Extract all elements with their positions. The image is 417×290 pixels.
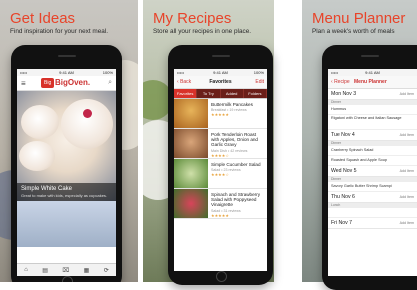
cupcake-image [19, 141, 55, 171]
list-item[interactable]: Cranberry Spinach Salad [328, 146, 417, 156]
add-item-button[interactable]: Add Item [400, 218, 414, 228]
battery-indicator: 100% [102, 70, 113, 75]
back-button[interactable]: ‹ Recipe [331, 76, 350, 88]
list-item[interactable]: Hummus [328, 105, 417, 115]
signal-indicator: ••••• [177, 70, 185, 75]
list-item[interactable]: Rigatoni with Cheese and Italian Sausage [328, 115, 417, 130]
cupcake-image [21, 105, 59, 139]
recipe-name: Spinach and Strawberry Salad with Poppys… [211, 192, 261, 208]
tab-favorites[interactable]: Favorites [174, 89, 198, 98]
phone-frame: ••••• 9:41 AM ‹ Recipe Menu Planner Mon … [322, 45, 417, 290]
list-item[interactable]: Spinach and Strawberry Salad with Poppys… [174, 189, 267, 219]
recipe-name: Pork Tenderloin Roast with Apples, Onion… [211, 132, 258, 148]
featured-caption: Simple White Cake Great to make with kid… [17, 183, 116, 201]
phone-frame: ••••• 9:41 AM 100% ‹ Back Favorites Edit… [168, 45, 273, 285]
add-item-button[interactable]: Add Item [400, 89, 414, 99]
signal-indicator: ••••• [20, 70, 28, 75]
day-row[interactable]: Thu Nov 6 Add Item [328, 192, 417, 203]
edit-button[interactable]: Edit [255, 76, 264, 88]
planner-tab-icon[interactable]: ▦ [84, 267, 90, 274]
home-button [215, 271, 227, 282]
recipe-thumbnail [174, 189, 208, 218]
list-item[interactable] [328, 208, 417, 218]
featured-recipe-card[interactable]: Simple White Cake Great to make with kid… [17, 91, 116, 201]
rating-stars: ★★★★☆ [211, 172, 229, 178]
add-item-button[interactable]: Add Item [400, 192, 414, 202]
day-label: Wed Nov 5 [331, 168, 357, 174]
phone-frame: ••••• 9:41 AM 100% ≡ Big BigOven. ⌕ Simp… [11, 45, 122, 282]
day-row[interactable]: Tue Nov 4 Add Item [328, 130, 417, 141]
add-item-button[interactable]: Add Item [400, 166, 414, 176]
day-row[interactable]: Fri Nov 7 Add Item [328, 218, 417, 229]
rating-stars: ★★★★☆ [211, 152, 229, 158]
phone-speaker [57, 55, 76, 57]
app-header: ≡ Big BigOven. ⌕ [17, 76, 116, 91]
phone-screen: ••••• 9:41 AM ‹ Recipe Menu Planner Mon … [328, 69, 417, 276]
tab-to-try[interactable]: To Try [197, 89, 221, 98]
day-label: Thu Nov 6 [331, 194, 355, 200]
day-label: Tue Nov 4 [331, 132, 355, 138]
rating-stars: ★★★★★ [211, 212, 229, 218]
recipe-name: Simple Cucumber Salad [211, 162, 261, 167]
raspberry-image [83, 109, 92, 118]
phone-screen: ••••• 9:41 AM 100% ≡ Big BigOven. ⌕ Simp… [17, 69, 116, 276]
list-item[interactable]: Savory Garlic Butter Shrimp Scampi [328, 182, 417, 192]
add-item-button[interactable]: Add Item [400, 130, 414, 140]
phone-speaker [211, 55, 230, 57]
panel-heading: Menu Planner [312, 10, 406, 27]
panel-subheading: Store all your recipes in one place. [153, 28, 252, 35]
panel-heading: My Recipes [153, 10, 232, 27]
recipe-name: Buttermilk Pancakes [211, 102, 253, 107]
screen-title: Menu Planner [354, 79, 387, 85]
recipes-tab-icon[interactable]: ▤ [42, 267, 48, 274]
screen-title: Favorites [209, 79, 232, 85]
grocery-tab-icon[interactable]: ⌧ [62, 267, 69, 274]
nav-bar: ‹ Recipe Menu Planner [328, 76, 417, 89]
tab-bar: ⌂ ▤ ⌧ ▦ ⟳ [17, 263, 116, 276]
nav-bar: ‹ Back Favorites Edit [174, 76, 267, 89]
day-row[interactable]: Wed Nov 5 Add Item [328, 166, 417, 177]
segmented-control: Favorites To Try Added Folders [174, 89, 267, 99]
tab-added[interactable]: Added [220, 89, 244, 98]
signal-indicator: ••••• [331, 70, 339, 75]
recipe-thumbnail [174, 99, 208, 128]
phone-screen: ••••• 9:41 AM 100% ‹ Back Favorites Edit… [174, 69, 267, 271]
bigoven-logo-text: BigOven. [55, 78, 91, 87]
list-item[interactable]: Buttermilk Pancakes Breakfast • 19 revie… [174, 99, 267, 129]
phone-speaker [360, 55, 379, 57]
cupcake-image [61, 99, 113, 149]
panel-heading: Get Ideas [10, 10, 76, 27]
panel-subheading: Find inspiration for your next meal. [10, 28, 109, 35]
status-bar: ••••• 9:41 AM [328, 69, 417, 76]
home-tab-icon[interactable]: ⌂ [24, 267, 28, 273]
tab-folders[interactable]: Folders [243, 89, 267, 98]
featured-recipe-title: Simple White Cake [21, 186, 73, 192]
battery-indicator: 100% [253, 70, 264, 75]
bigoven-logo-badge: Big [41, 78, 55, 88]
recipe-thumbnail [174, 129, 208, 158]
planner-list: Mon Nov 3 Add Item Dinner Hummus Rigatoni… [328, 89, 417, 229]
day-label: Mon Nov 3 [331, 91, 357, 97]
featured-recipe-description: Great to make with kids, especially as c… [21, 193, 108, 198]
list-item[interactable]: Simple Cucumber Salad Salad • 23 reviews… [174, 159, 267, 189]
panel-subheading: Plan a week's worth of meals [312, 28, 395, 35]
home-button [61, 276, 73, 282]
list-item[interactable]: Roasted Squash and Apple Soup [328, 156, 417, 166]
list-item[interactable]: Pork Tenderloin Roast with Apples, Onion… [174, 129, 267, 159]
status-bar: ••••• 9:41 AM 100% [17, 69, 116, 76]
back-label: Recipe [334, 79, 350, 85]
panel-get-ideas: Get Ideas Find inspiration for your next… [0, 0, 138, 282]
hamburger-menu-icon[interactable]: ≡ [21, 79, 26, 88]
status-time: 9:41 AM [59, 70, 74, 75]
status-time: 9:41 AM [365, 70, 380, 75]
status-bar: ••••• 9:41 AM 100% [174, 69, 267, 76]
recipe-thumbnail [174, 159, 208, 188]
status-time: 9:41 AM [213, 70, 228, 75]
rating-stars: ★★★★★ [211, 112, 229, 118]
sync-tab-icon[interactable]: ⟳ [104, 267, 109, 274]
search-icon[interactable]: ⌕ [108, 79, 112, 87]
day-row[interactable]: Mon Nov 3 Add Item [328, 89, 417, 100]
next-recipe-image[interactable] [17, 201, 116, 247]
day-label: Fri Nov 7 [331, 220, 353, 226]
